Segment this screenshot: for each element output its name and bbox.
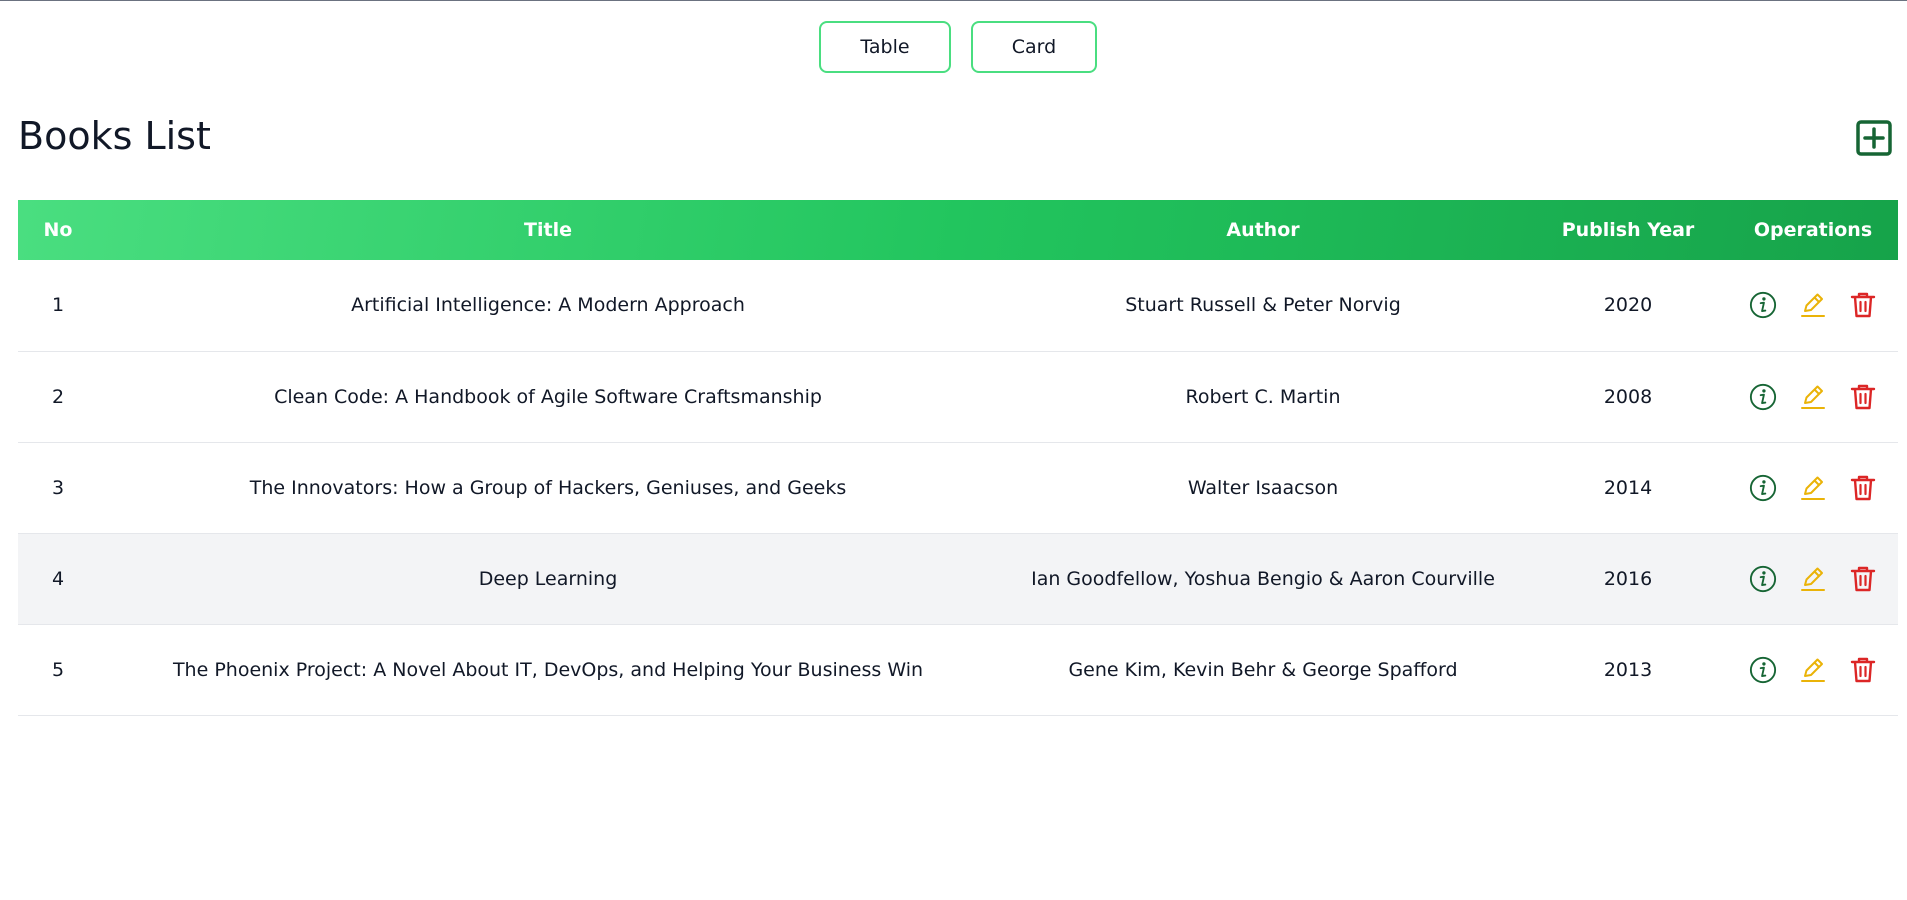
- header-author: Author: [1226, 219, 1300, 241]
- info-circle-icon[interactable]: [1749, 656, 1777, 684]
- header-title: Title: [524, 219, 572, 241]
- cell-publish-year: 2016: [1603, 567, 1653, 590]
- cell-publish-year: 2013: [1603, 658, 1653, 681]
- table-row: 4 Deep Learning Ian Goodfellow, Yoshua B…: [18, 533, 1898, 624]
- cell-no: 4: [51, 567, 65, 590]
- table-header-row: No Title Author Publish Year Operations: [18, 200, 1898, 260]
- table-row: 1 Artificial Intelligence: A Modern Appr…: [18, 260, 1898, 351]
- pencil-icon[interactable]: [1799, 474, 1827, 502]
- cell-title: Deep Learning: [478, 567, 618, 590]
- cell-title: Artificial Intelligence: A Modern Approa…: [351, 294, 745, 317]
- top-divider: [0, 0, 1907, 1]
- cell-title: The Innovators: How a Group of Hackers, …: [249, 476, 847, 499]
- trash-icon[interactable]: [1849, 474, 1877, 502]
- cell-author: Ian Goodfellow, Yoshua Bengio & Aaron Co…: [1031, 567, 1495, 590]
- cell-author: Gene Kim, Kevin Behr & George Spafford: [1068, 658, 1458, 681]
- card-view-button[interactable]: Card: [971, 21, 1097, 73]
- cell-author: Stuart Russell & Peter Norvig: [1125, 294, 1401, 317]
- table-row: 2 Clean Code: A Handbook of Agile Softwa…: [18, 351, 1898, 442]
- pencil-icon[interactable]: [1799, 291, 1827, 319]
- table-view-button[interactable]: Table: [819, 21, 951, 73]
- table-row: 5 The Phoenix Project: A Novel About IT,…: [18, 624, 1898, 715]
- cell-author: Walter Isaacson: [1187, 476, 1339, 499]
- header-publish-year: Publish Year: [1561, 219, 1695, 241]
- pencil-icon[interactable]: [1799, 383, 1827, 411]
- books-table: No Title Author Publish Year Operations …: [18, 200, 1898, 716]
- trash-icon[interactable]: [1849, 383, 1877, 411]
- cell-publish-year: 2008: [1603, 385, 1653, 408]
- info-circle-icon[interactable]: [1749, 474, 1777, 502]
- cell-operations: [1728, 533, 1898, 624]
- trash-icon[interactable]: [1849, 656, 1877, 684]
- cell-no: 5: [51, 658, 65, 681]
- cell-publish-year: 2014: [1603, 476, 1653, 499]
- trash-icon[interactable]: [1849, 291, 1877, 319]
- cell-publish-year: 2020: [1603, 294, 1653, 317]
- cell-operations: [1728, 624, 1898, 715]
- cell-author: Robert C. Martin: [1185, 385, 1341, 408]
- cell-no: 1: [51, 294, 65, 317]
- page-title: Books List: [18, 114, 211, 158]
- header-operations: Operations: [1753, 219, 1873, 241]
- cell-operations: [1728, 351, 1898, 442]
- trash-icon[interactable]: [1849, 565, 1877, 593]
- header-no: No: [43, 219, 73, 241]
- pencil-icon[interactable]: [1799, 656, 1827, 684]
- plus-square-icon[interactable]: [1856, 120, 1892, 156]
- info-circle-icon[interactable]: [1749, 383, 1777, 411]
- cell-title: The Phoenix Project: A Novel About IT, D…: [172, 658, 924, 681]
- cell-no: 3: [51, 476, 65, 499]
- table-row: 3 The Innovators: How a Group of Hackers…: [18, 442, 1898, 533]
- cell-no: 2: [51, 385, 65, 408]
- cell-operations: [1728, 442, 1898, 533]
- pencil-icon[interactable]: [1799, 565, 1827, 593]
- info-circle-icon[interactable]: [1749, 291, 1777, 319]
- cell-operations: [1728, 260, 1898, 351]
- view-toggle: Table Card: [819, 21, 1097, 73]
- info-circle-icon[interactable]: [1749, 565, 1777, 593]
- cell-title: Clean Code: A Handbook of Agile Software…: [274, 385, 822, 408]
